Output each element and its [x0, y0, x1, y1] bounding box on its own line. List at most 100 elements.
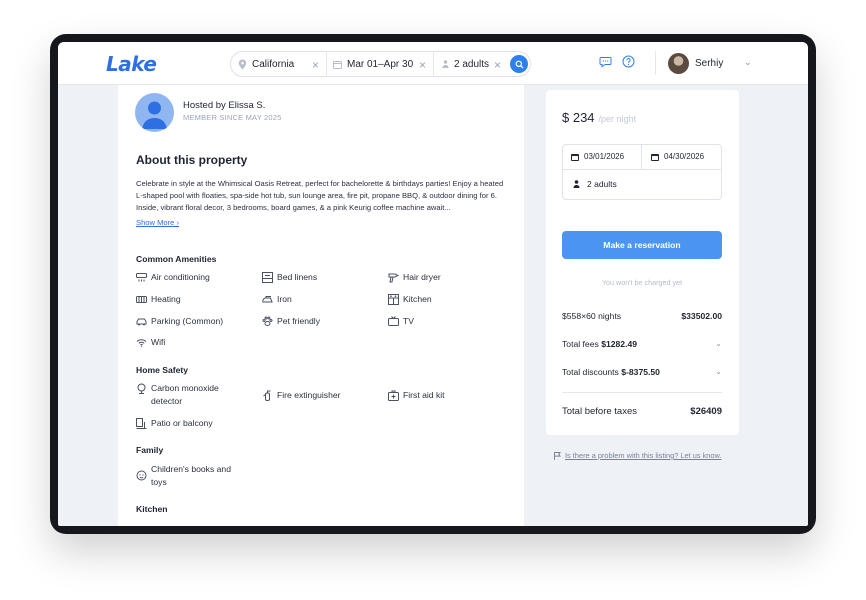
report-listing-link[interactable]: Is there a problem with this listing? Le… [554, 451, 722, 460]
location-value: California [252, 58, 295, 70]
person-silhouette-icon [142, 101, 167, 129]
header-divider [655, 51, 656, 75]
check-out-value: 04/30/2026 [664, 152, 705, 161]
price-value: $ 234 [562, 110, 595, 125]
amenity-label: Parking (Common) [151, 316, 224, 326]
home-safety-title: Home Safety [136, 365, 189, 375]
discounts-label: Total discounts [562, 367, 619, 377]
patio-icon [136, 418, 147, 429]
amenity-label: Hair dryer [403, 272, 441, 282]
nights-value: $33502.00 [681, 311, 722, 321]
search-dates[interactable]: Mar 01–Apr 30 × [326, 52, 433, 76]
fees-label: Total fees [562, 339, 599, 349]
guests-value: 2 adults [587, 179, 617, 189]
date-guest-picker: 03/01/2026 04/30/2026 2 adults [562, 144, 722, 200]
amenity-item: Pet friendly [262, 315, 377, 328]
common-amenities-title: Common Amenities [136, 254, 217, 264]
amenity-item: Fire extinguisher [262, 389, 377, 402]
amenity-label: Kitchen [403, 294, 432, 304]
lake-logo[interactable]: Lake [106, 52, 157, 76]
amenity-label: Fire extinguisher [277, 390, 341, 400]
host-name: Hosted by Elissa S. [183, 100, 266, 111]
parking-icon [136, 318, 147, 326]
chevron-down-icon[interactable]: ⌄ [715, 367, 722, 377]
iron-icon [262, 296, 273, 303]
amenity-item: Hair dryer [388, 271, 503, 284]
check-in-field[interactable]: 03/01/2026 [571, 152, 624, 161]
host-avatar [135, 93, 174, 132]
search-icon [515, 60, 523, 68]
person-icon [442, 60, 449, 68]
help-icon[interactable] [622, 55, 635, 68]
search-bar[interactable]: California × Mar 01–Apr 30 × 2 adults × [230, 51, 531, 77]
co-detector-icon [137, 383, 146, 394]
amenity-label: Pet friendly [277, 316, 320, 326]
booking-card: $ 234/per night 03/01/2026 04/30/2026 2 … [546, 90, 739, 435]
amenity-label: TV [403, 316, 414, 326]
location-pin-icon [238, 59, 247, 69]
user-avatar[interactable] [668, 53, 689, 74]
amenity-item: Children's books and toys [136, 463, 243, 489]
toys-icon [136, 470, 147, 481]
make-reservation-button[interactable]: Make a reservation [562, 231, 722, 259]
fire-extinguisher-icon [263, 390, 271, 401]
amenity-item: Carbon monoxide detector [136, 382, 241, 408]
clear-guests-icon[interactable]: × [494, 58, 501, 72]
discounts-line[interactable]: Total discounts $-8375.50 ⌄ [562, 367, 722, 377]
chat-icon[interactable] [599, 55, 612, 68]
amenity-label: Bed linens [277, 272, 318, 282]
search-button[interactable] [510, 55, 528, 73]
clear-dates-icon[interactable]: × [419, 58, 426, 72]
total-label: Total before taxes [562, 406, 637, 417]
paw-icon [262, 316, 273, 326]
clear-location-icon[interactable]: × [312, 58, 319, 72]
user-name[interactable]: Serhiy [695, 58, 723, 69]
search-location[interactable]: California × [231, 52, 326, 76]
calendar-icon [571, 153, 579, 161]
show-more-link[interactable]: Show More › [136, 218, 179, 227]
total-line: Total before taxes $26409 [562, 406, 722, 417]
first-aid-icon [388, 390, 399, 401]
price-per-night: $ 234/per night [562, 110, 636, 125]
kitchen-title: Kitchen [136, 504, 168, 514]
flag-icon [554, 451, 561, 460]
property-details: Hosted by Elissa S. MEMBER SINCE MAY 202… [118, 85, 524, 526]
family-title: Family [136, 445, 164, 455]
check-out-field[interactable]: 04/30/2026 [651, 152, 704, 161]
amenity-label: Patio or balcony [151, 418, 213, 428]
amenity-label: Air conditioning [151, 272, 210, 282]
amenity-label: Heating [151, 294, 181, 304]
wifi-icon [136, 339, 147, 347]
tv-icon [388, 316, 399, 326]
chevron-down-icon[interactable]: ⌄ [744, 57, 752, 68]
amenity-item: Heating [136, 293, 251, 306]
guests-field[interactable]: 2 adults [573, 179, 617, 189]
date-divider [641, 145, 642, 170]
bed-linens-icon [262, 272, 273, 283]
amenity-label: Children's books and toys [151, 464, 231, 487]
guests-value: 2 adults [454, 58, 490, 70]
amenity-item: Parking (Common) [136, 315, 251, 328]
amenity-label: Iron [277, 294, 292, 304]
fees-value: $1282.49 [601, 339, 638, 349]
check-in-value: 03/01/2026 [584, 152, 625, 161]
hair-dryer-icon [388, 273, 399, 283]
amenity-item: First aid kit [388, 389, 503, 402]
no-charge-note: You won't be charged yet [601, 278, 683, 287]
fees-line[interactable]: Total fees $1282.49 ⌄ [562, 339, 722, 349]
host-member-since: MEMBER SINCE MAY 2025 [183, 113, 282, 122]
top-header: Lake California × Mar 01–Apr 30 × 2 adul… [58, 42, 808, 85]
nights-label: $558×60 nights [562, 311, 622, 321]
search-guests[interactable]: 2 adults × [433, 52, 508, 76]
calendar-icon [333, 60, 342, 69]
discounts-value: $-8375.50 [621, 367, 660, 377]
chevron-down-icon[interactable]: ⌄ [715, 339, 722, 349]
amenity-label: Wifi [151, 337, 166, 347]
app-screen: Lake California × Mar 01–Apr 30 × 2 adul… [58, 42, 808, 526]
person-icon [573, 180, 580, 188]
total-value: $26409 [690, 406, 722, 417]
calendar-icon [651, 153, 659, 161]
price-unit: /per night [598, 114, 637, 124]
amenity-item: Kitchen [388, 293, 503, 306]
amenity-label: Carbon monoxide detector [151, 383, 219, 406]
